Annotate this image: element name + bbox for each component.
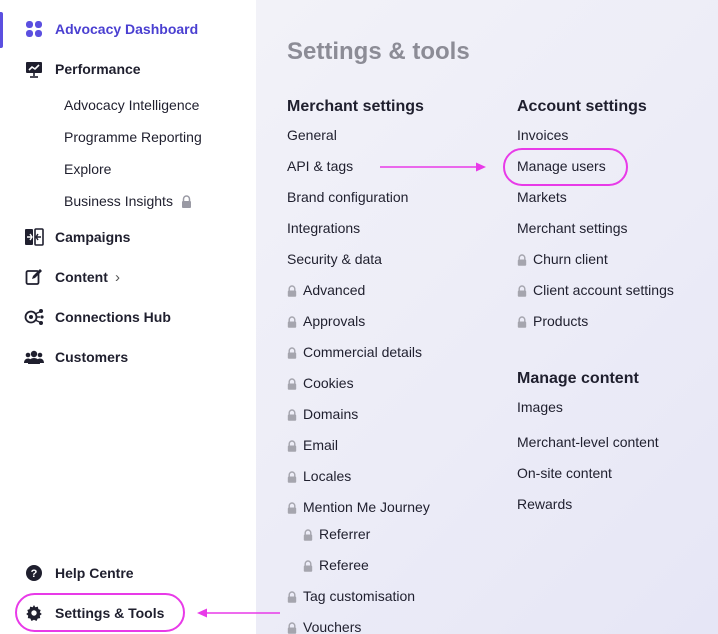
edit-icon [24, 267, 44, 287]
users-icon [24, 347, 44, 367]
grid-icon [24, 19, 44, 39]
lock-icon [287, 284, 297, 297]
settings-main-panel: Settings & tools Merchant settings Gener… [256, 0, 718, 634]
link-label: Vouchers [303, 619, 362, 634]
link-client-account-settings[interactable]: Client account settings [517, 282, 674, 298]
link-label: Mention Me Journey [303, 499, 430, 515]
lock-icon [517, 253, 527, 266]
link-churn-client[interactable]: Churn client [517, 251, 608, 267]
link-label: Commercial details [303, 344, 423, 360]
sidebar-item-label: Customers [55, 349, 129, 365]
page-title: Settings & tools [287, 38, 470, 65]
lock-icon [287, 408, 297, 421]
sidebar-item-label: Campaigns [55, 229, 131, 245]
link-label: Churn client [533, 251, 608, 267]
link-label: Products [533, 313, 589, 329]
link-security-data[interactable]: Security & data [287, 251, 382, 267]
manage-content-heading: Manage content [517, 370, 639, 387]
sidebar-item-label: Content [55, 269, 108, 285]
link-brand-configuration[interactable]: Brand configuration [287, 189, 408, 205]
link-domains[interactable]: Domains [287, 406, 358, 422]
lock-icon [287, 501, 297, 514]
lock-icon [303, 528, 313, 541]
link-label: Email [303, 437, 339, 453]
link-merchant-settings[interactable]: Merchant settings [517, 220, 628, 236]
link-label: Client account settings [533, 282, 674, 298]
link-label: Locales [303, 468, 352, 484]
sidebar-subitem-label: Business Insights [64, 193, 173, 209]
lock-icon [181, 194, 192, 208]
connections-icon [24, 307, 44, 327]
link-general[interactable]: General [287, 127, 337, 143]
sidebar-item-label: Connections Hub [55, 309, 171, 325]
lock-icon [287, 346, 297, 359]
help-icon: ? [24, 563, 44, 583]
sidebar-item-label: Performance [55, 61, 141, 77]
link-invoices[interactable]: Invoices [517, 127, 568, 143]
lock-icon [517, 284, 527, 297]
active-indicator [0, 12, 3, 48]
lock-icon [287, 621, 297, 634]
lock-icon [517, 315, 527, 328]
lock-icon [287, 315, 297, 328]
sidebar-subitem-explore[interactable]: Explore [64, 161, 111, 177]
annotation-highlight-oval [503, 148, 628, 186]
link-mention-me-journey[interactable]: Mention Me Journey [287, 499, 430, 515]
link-label: Referee [319, 557, 369, 573]
link-label: Approvals [303, 313, 366, 329]
link-markets[interactable]: Markets [517, 189, 567, 205]
link-label: Tag customisation [303, 588, 416, 604]
link-email[interactable]: Email [287, 437, 338, 453]
link-label: Referrer [319, 526, 371, 542]
sidebar-item-label: Help Centre [55, 565, 134, 581]
link-vouchers[interactable]: Vouchers [287, 619, 361, 634]
lock-icon [287, 470, 297, 483]
sidebar-subitem-business-insights[interactable]: Business Insights [64, 193, 192, 209]
lock-icon [287, 377, 297, 390]
link-label: Advanced [303, 282, 366, 298]
link-referrer[interactable]: Referrer [303, 526, 370, 542]
lock-icon [287, 439, 297, 452]
link-rewards[interactable]: Rewards [517, 496, 572, 512]
svg-text:?: ? [31, 568, 38, 580]
link-api-tags[interactable]: API & tags [287, 158, 353, 174]
sidebar: Advocacy Dashboard Performance Advocacy … [0, 0, 256, 634]
link-label: Cookies [303, 375, 354, 391]
link-label: Domains [303, 406, 359, 422]
lock-icon [287, 590, 297, 603]
link-on-site-content[interactable]: On-site content [517, 465, 612, 481]
link-locales[interactable]: Locales [287, 468, 351, 484]
lock-icon [303, 559, 313, 572]
sidebar-subitem-advocacy-intelligence[interactable]: Advocacy Intelligence [64, 97, 199, 113]
annotation-highlight-oval [15, 593, 185, 632]
link-commercial-details[interactable]: Commercial details [287, 344, 422, 360]
sidebar-subitem-programme-reporting[interactable]: Programme Reporting [64, 129, 202, 145]
link-cookies[interactable]: Cookies [287, 375, 354, 391]
sidebar-item-label: Advocacy Dashboard [55, 21, 199, 37]
link-products[interactable]: Products [517, 313, 588, 329]
link-referee[interactable]: Referee [303, 557, 369, 573]
account-settings-heading: Account settings [517, 98, 647, 115]
link-images[interactable]: Images [517, 399, 563, 415]
link-merchant-level-content[interactable]: Merchant-level content [517, 434, 659, 450]
link-approvals[interactable]: Approvals [287, 313, 365, 329]
link-advanced[interactable]: Advanced [287, 282, 365, 298]
link-tag-customisation[interactable]: Tag customisation [287, 588, 415, 604]
link-integrations[interactable]: Integrations [287, 220, 360, 236]
chart-board-icon [24, 59, 44, 79]
chevron-right-icon: › [115, 268, 120, 286]
merchant-settings-heading: Merchant settings [287, 98, 424, 115]
campaigns-icon [24, 227, 44, 247]
